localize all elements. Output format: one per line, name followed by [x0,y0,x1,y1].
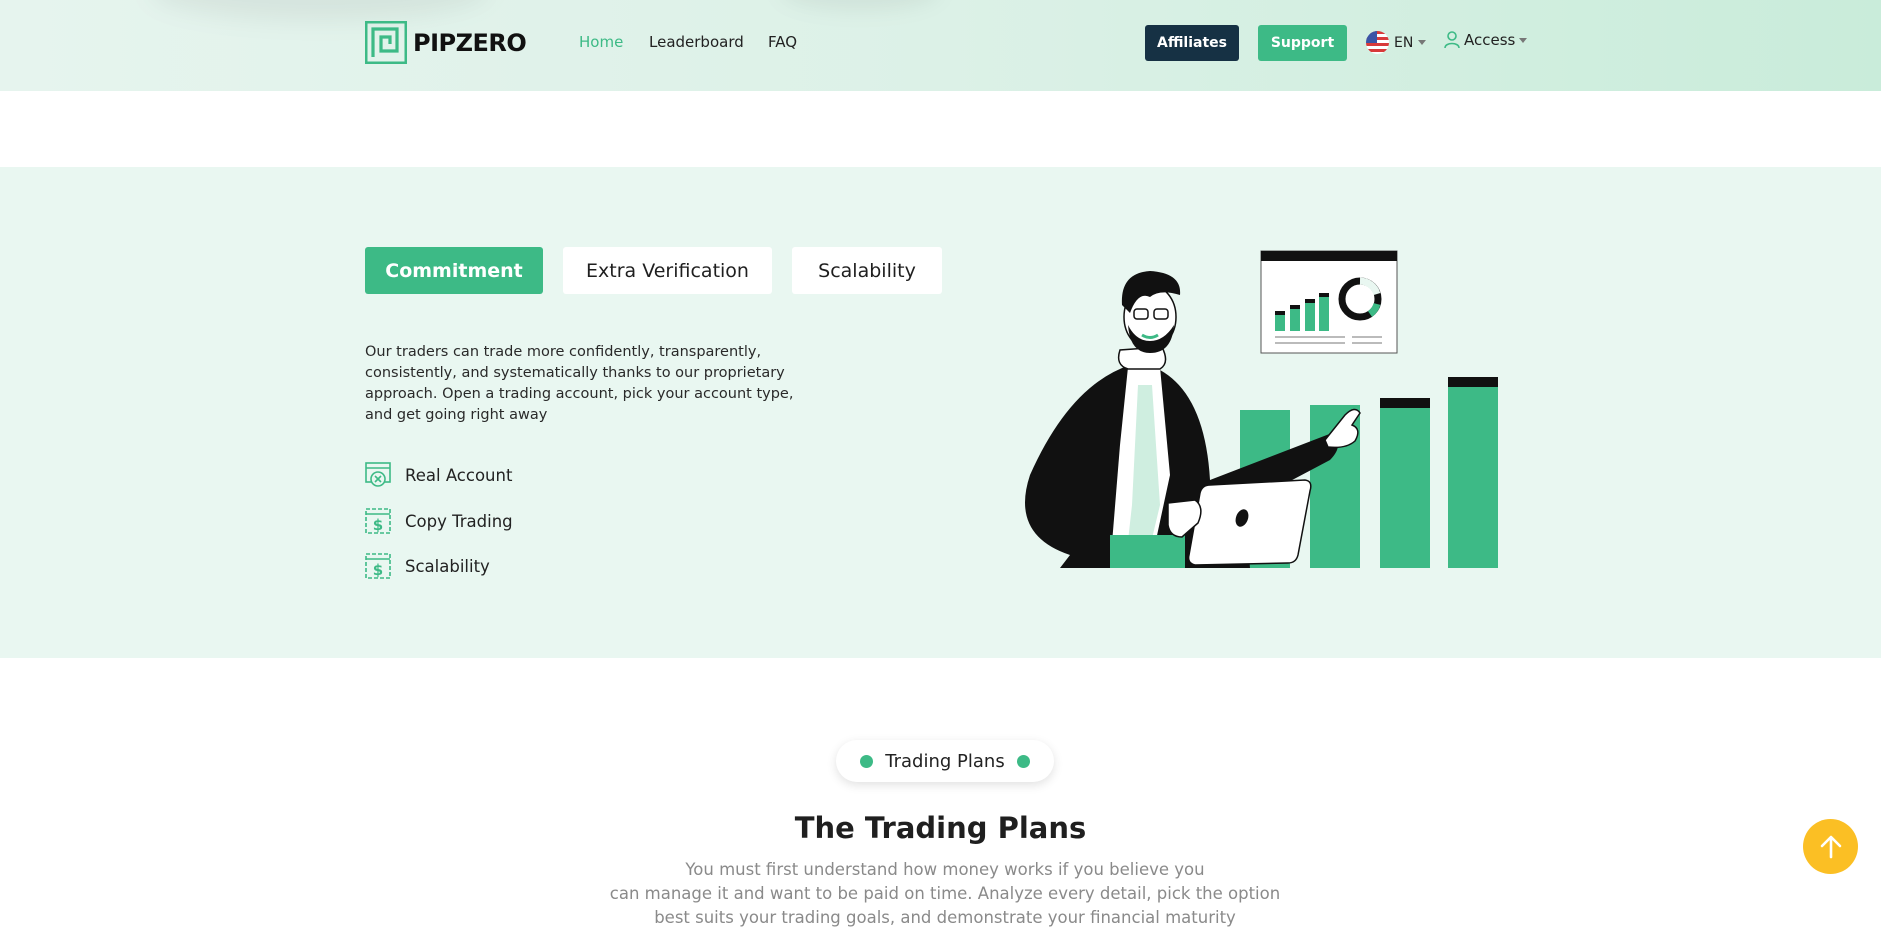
feature-item-label: Copy Trading [405,511,513,531]
feature-description: Our traders can trade more confidently, … [365,344,794,423]
svg-text:$: $ [373,516,383,534]
arrow-up-icon [1820,835,1841,858]
support-button[interactable]: Support [1258,25,1347,61]
language-selector[interactable]: EN [1366,31,1427,54]
pill-label: Trading Plans [885,750,1005,772]
header-decoration [150,0,490,20]
feature-item-scalability: $ Scalability [365,553,490,579]
feature-item-label: Scalability [405,556,490,576]
chevron-down-icon [1519,37,1528,43]
affiliates-button[interactable]: Affiliates [1145,25,1239,61]
language-label: EN [1394,34,1414,51]
dot-icon [1016,754,1030,768]
nav-faq[interactable]: FAQ [768,33,797,51]
tab-commitment[interactable]: Commitment [365,247,543,294]
tab-scalability[interactable]: Scalability [792,247,942,294]
businessman-chart-illustration [1025,250,1498,568]
nav-leaderboard[interactable]: Leaderboard [649,33,744,51]
dot-icon [860,754,874,768]
logo[interactable]: PIPZERO [365,21,527,64]
dollar-doc-icon: $ [365,508,391,534]
plans-subtitle-line: can manage it and want to be paid on tim… [609,884,1281,903]
scroll-to-top-button[interactable] [1803,819,1858,874]
site-header: PIPZERO Home Leaderboard FAQ Affiliates … [0,0,1881,91]
plans-subtitle: You must first understand how money work… [590,858,1300,930]
access-menu[interactable]: Access [1444,31,1528,49]
chevron-down-icon [1418,40,1427,45]
plans-subtitle-line: You must first understand how money work… [685,860,1205,879]
feature-item-label: Real Account [405,465,513,485]
svg-text:$: $ [373,561,383,579]
plans-title: The Trading Plans [794,811,1087,845]
header-decoration [780,0,940,10]
us-flag-icon [1366,31,1389,54]
logo-text: PIPZERO [413,28,527,57]
plans-subtitle-line: best suits your trading goals, and demon… [654,908,1236,927]
feature-section [0,167,1881,658]
dashboard-card-graphic [1260,250,1398,354]
logo-mark-icon [365,21,407,64]
nav-home[interactable]: Home [579,33,623,51]
account-x-icon [365,462,391,487]
feature-item-real-account: Real Account [365,462,512,488]
trading-plans-pill: Trading Plans [836,740,1054,782]
access-label: Access [1464,31,1516,49]
dollar-doc-icon: $ [365,553,391,579]
page: PIPZERO Home Leaderboard FAQ Affiliates … [0,0,1881,939]
tab-extra-verification[interactable]: Extra Verification [563,247,772,294]
user-icon [1444,31,1460,49]
feature-item-copy-trading: $ Copy Trading [365,508,513,534]
